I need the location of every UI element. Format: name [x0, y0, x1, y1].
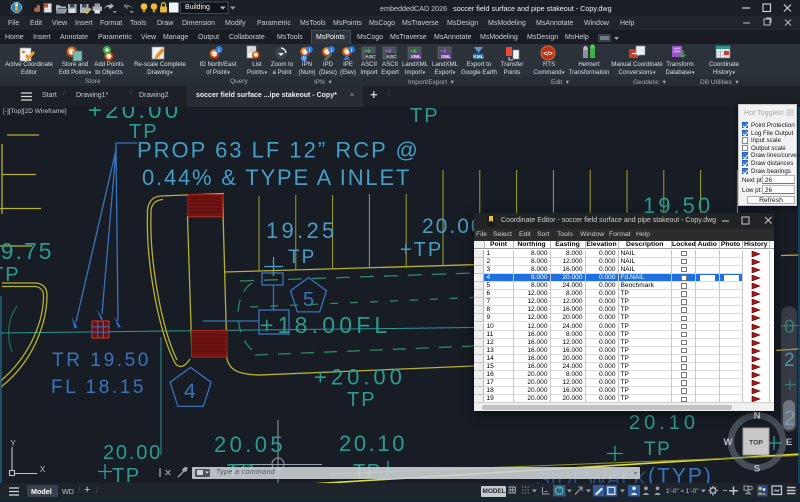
svg-text:19.75: 19.75 — [0, 238, 54, 264]
svg-text:PROP 63 LF 12” RCP @: PROP 63 LF 12” RCP @ — [137, 138, 420, 163]
svg-text:TR 19.50: TR 19.50 — [52, 350, 151, 371]
svg-text:+TP: +TP — [400, 239, 443, 261]
svg-text:XML: XML — [441, 54, 451, 60]
svg-text:ASC: ASC — [386, 54, 397, 60]
svg-text:W: W — [724, 437, 733, 448]
svg-text:TP: TP — [410, 107, 440, 127]
svg-text:20.10: 20.10 — [629, 412, 699, 434]
svg-text:+18.00FL: +18.00FL — [260, 312, 391, 338]
svg-text:E: E — [786, 437, 792, 448]
svg-text:5: 5 — [303, 289, 314, 311]
svg-text:TP: TP — [288, 247, 316, 268]
svg-text:20.05: 20.05 — [214, 432, 286, 457]
svg-text:20.00: 20.00 — [103, 442, 162, 464]
svg-text:4: 4 — [184, 380, 196, 403]
svg-text:FL 18.15: FL 18.15 — [51, 377, 146, 398]
svg-text:TP: TP — [0, 264, 21, 286]
svg-text:Y: Y — [10, 439, 16, 448]
svg-text:TP: TP — [129, 121, 159, 143]
svg-text:TOP: TOP — [749, 440, 763, 447]
svg-text:N: N — [754, 411, 761, 422]
svg-text:19.25: 19.25 — [266, 218, 338, 243]
svg-text:X: X — [40, 465, 46, 474]
svg-text:+20.00: +20.00 — [314, 365, 406, 390]
svg-text:KML: KML — [473, 54, 483, 60]
svg-text:TP: TP — [112, 465, 141, 483]
svg-text:XML: XML — [411, 54, 421, 60]
svg-text:S: S — [754, 464, 760, 475]
svg-text:(TYP): (TYP) — [648, 465, 713, 484]
svg-text:20.10: 20.10 — [339, 431, 407, 456]
svg-text:TP: TP — [644, 439, 671, 460]
svg-text:</>: </> — [543, 51, 553, 58]
svg-text:TP: TP — [347, 389, 377, 411]
svg-text:0.44% & TYPE A INLET: 0.44% & TYPE A INLET — [142, 165, 411, 190]
svg-text:1'-0" ≈ 1'-0": 1'-0" ≈ 1'-0" — [666, 488, 699, 495]
svg-text:ASC: ASC — [365, 54, 376, 60]
